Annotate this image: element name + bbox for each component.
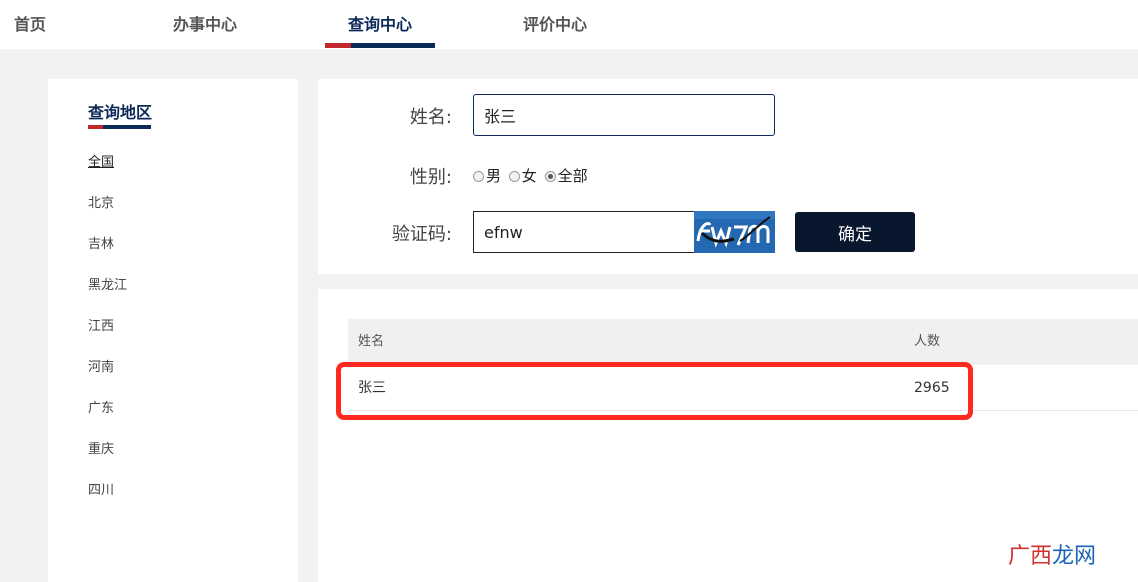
captcha-input[interactable]	[473, 211, 695, 253]
nav-item-evaluation-center[interactable]: 评价中心	[523, 0, 587, 49]
captcha-label: 验证码:	[391, 224, 452, 245]
name-label: 姓名:	[409, 107, 452, 128]
region-item-guangdong[interactable]: 广东	[88, 397, 114, 416]
region-item-chongqing[interactable]: 重庆	[88, 438, 114, 457]
region-item-heilongjiang[interactable]: 黑龙江	[88, 274, 127, 293]
header-name: 姓名	[358, 334, 385, 349]
confirm-button[interactable]: 确定	[795, 212, 915, 252]
gender-option-all[interactable]: 全部	[558, 167, 588, 185]
row-name-cell: 张三	[358, 380, 386, 396]
captcha-image[interactable]	[694, 211, 775, 253]
sidebar-title-underline	[88, 125, 151, 129]
sidebar-title: 查询地区	[88, 103, 153, 122]
nav-item-query-center[interactable]: 查询中心	[348, 0, 412, 49]
results-table: 姓名 人数 张三 2965	[348, 319, 1138, 411]
gender-radio-male[interactable]	[473, 171, 484, 182]
gender-radio-group: 男 女 全部	[473, 165, 591, 186]
gender-option-male[interactable]: 男	[486, 167, 501, 185]
region-sidebar: 查询地区 全国 北京 吉林 黑龙江 江西 河南 广东 重庆 四川	[48, 79, 298, 582]
header-count: 人数	[914, 334, 941, 349]
region-item-jiangxi[interactable]: 江西	[88, 315, 114, 334]
nav-item-home[interactable]: 首页	[14, 0, 46, 49]
region-item-jilin[interactable]: 吉林	[88, 233, 114, 252]
gender-option-female[interactable]: 女	[522, 167, 537, 185]
table-row: 张三 2965	[348, 365, 1138, 411]
watermark-logo: 广西龙网	[1008, 544, 1097, 569]
name-input[interactable]	[473, 94, 775, 136]
region-item-beijing[interactable]: 北京	[88, 192, 114, 211]
nav-item-service-center[interactable]: 办事中心	[173, 0, 237, 49]
table-header: 姓名 人数	[348, 319, 1138, 365]
gender-radio-all[interactable]	[544, 171, 556, 182]
gender-label: 性别:	[409, 167, 452, 188]
row-count-cell: 2965	[914, 380, 950, 396]
region-item-sichuan[interactable]: 四川	[88, 479, 114, 498]
query-form-panel: 姓名: 性别: 男 女 全部 验证码: 确定	[318, 79, 1138, 274]
region-item-nationwide[interactable]: 全国	[88, 151, 114, 170]
active-tab-indicator	[325, 43, 435, 48]
region-item-henan[interactable]: 河南	[88, 356, 114, 375]
captcha-graphic	[694, 211, 775, 253]
top-navigation: 首页 办事中心 查询中心 评价中心	[0, 0, 1138, 49]
gender-radio-female[interactable]	[508, 171, 520, 182]
